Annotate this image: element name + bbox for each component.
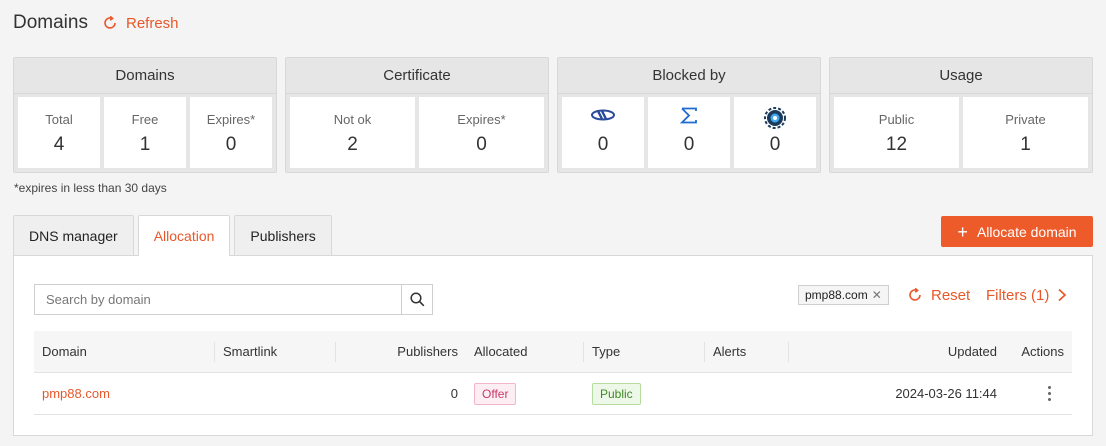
certificate-card: Certificate Not ok 2 Expires* 0	[285, 57, 549, 173]
stat-free: Free 1	[104, 97, 186, 168]
stat-private: Private 1	[963, 97, 1088, 168]
page-header: Domains Refresh	[13, 10, 179, 36]
page-title: Domains	[13, 12, 88, 33]
stat-label: Expires*	[206, 112, 256, 127]
publishers-cell: 0	[450, 386, 458, 401]
tab-bar: DNS manager Allocation Publishers	[13, 215, 336, 256]
stat-label: Private	[1005, 112, 1046, 127]
column-header-publishers[interactable]: Publishers	[336, 331, 466, 372]
certificate-card-title: Certificate	[286, 58, 548, 94]
reset-label: Reset	[931, 286, 971, 304]
stat-value: 0	[597, 134, 609, 155]
type-badge: Public	[592, 382, 641, 405]
allocated-badge: Offer	[474, 382, 517, 405]
column-header-allocated[interactable]: Allocated	[466, 331, 584, 372]
column-header-type[interactable]: Type	[584, 331, 705, 372]
tab-allocation[interactable]: Allocation	[137, 215, 231, 256]
search-icon	[409, 292, 424, 307]
stat-value: 0	[769, 134, 781, 155]
stat-value: 2	[347, 134, 358, 155]
stat-public: Public 12	[834, 97, 959, 168]
search-box	[34, 284, 433, 315]
summary-cards: Domains Total 4 Free 1 Expires* 0 Certifica…	[13, 57, 1093, 173]
tab-publishers[interactable]: Publishers	[234, 215, 332, 255]
stat-value: 0	[225, 134, 237, 155]
usage-card: Usage Public 12 Private 1	[829, 57, 1093, 173]
chevron-right-icon	[1058, 288, 1067, 302]
column-header-smartlink[interactable]: Smartlink	[215, 331, 336, 372]
filters-button[interactable]: Filters (1)	[986, 284, 1067, 306]
stat-value: 1	[139, 134, 151, 155]
gear-at-blocker-icon	[764, 107, 786, 129]
network-blocker-logo-icon	[591, 109, 615, 121]
stat-label: Not ok	[333, 112, 372, 127]
stat-value: 4	[53, 134, 65, 155]
stat-blocker-3: 0	[734, 97, 816, 168]
search-input[interactable]	[35, 285, 401, 314]
domain-link[interactable]: pmp88.com	[42, 386, 110, 401]
search-button[interactable]	[401, 285, 432, 314]
stat-blocker-1: 0	[562, 97, 644, 168]
stat-label: Public	[878, 112, 915, 127]
table-row: pmp88.com 0 Offer Public 2024-03-26 11:4…	[34, 373, 1072, 415]
column-header-domain[interactable]: Domain	[34, 331, 215, 372]
allocation-panel: pmp88.com ✕ Reset Filters (1) Domain Sma…	[13, 255, 1093, 436]
stat-value: 12	[885, 134, 908, 155]
table-header: Domain Smartlink Publishers Allocated Ty…	[34, 331, 1072, 373]
tab-dns-manager[interactable]: DNS manager	[13, 215, 134, 255]
domains-table: Domain Smartlink Publishers Allocated Ty…	[34, 331, 1072, 415]
column-header-alerts[interactable]: Alerts	[705, 331, 789, 372]
refresh-label: Refresh	[125, 14, 179, 32]
refresh-icon	[104, 15, 116, 29]
filter-chip-label: pmp88.com	[805, 288, 868, 302]
stat-not-ok: Not ok 2	[290, 97, 415, 168]
updated-cell: 2024-03-26 11:44	[895, 386, 997, 401]
blocked-by-card-title: Blocked by	[558, 58, 820, 94]
blocked-by-card: Blocked by 0 0 0	[557, 57, 821, 173]
allocate-domain-button[interactable]: + Allocate domain	[941, 216, 1093, 247]
more-actions-icon[interactable]	[1039, 386, 1059, 401]
stat-total: Total 4	[18, 97, 100, 168]
filters-label: Filters (1)	[986, 286, 1050, 304]
stat-value: 0	[476, 134, 487, 155]
close-icon[interactable]: ✕	[872, 286, 882, 304]
stat-label: Expires*	[457, 112, 506, 127]
reset-button[interactable]: Reset	[907, 284, 970, 306]
stat-value: 1	[1020, 134, 1031, 155]
plus-icon: +	[957, 221, 968, 242]
stat-label: Free	[131, 112, 159, 127]
domains-card-title: Domains	[14, 58, 276, 94]
filter-chip: pmp88.com ✕	[798, 285, 889, 305]
usage-card-title: Usage	[830, 58, 1092, 94]
reset-icon	[909, 287, 921, 301]
column-header-actions: Actions	[1021, 344, 1064, 359]
column-header-updated[interactable]: Updated	[789, 331, 1005, 372]
domains-card: Domains Total 4 Free 1 Expires* 0	[13, 57, 277, 173]
stat-label: Total	[45, 112, 73, 127]
refresh-button[interactable]: Refresh	[102, 15, 179, 32]
stat-blocker-2: 0	[648, 97, 730, 168]
stat-expires: Expires* 0	[190, 97, 272, 168]
expires-footnote: *expires in less than 30 days	[14, 181, 167, 195]
stat-cert-expires: Expires* 0	[419, 97, 544, 168]
sigma-blocker-icon	[680, 107, 697, 124]
allocate-domain-label: Allocate domain	[976, 223, 1077, 240]
stat-value: 0	[683, 134, 695, 155]
